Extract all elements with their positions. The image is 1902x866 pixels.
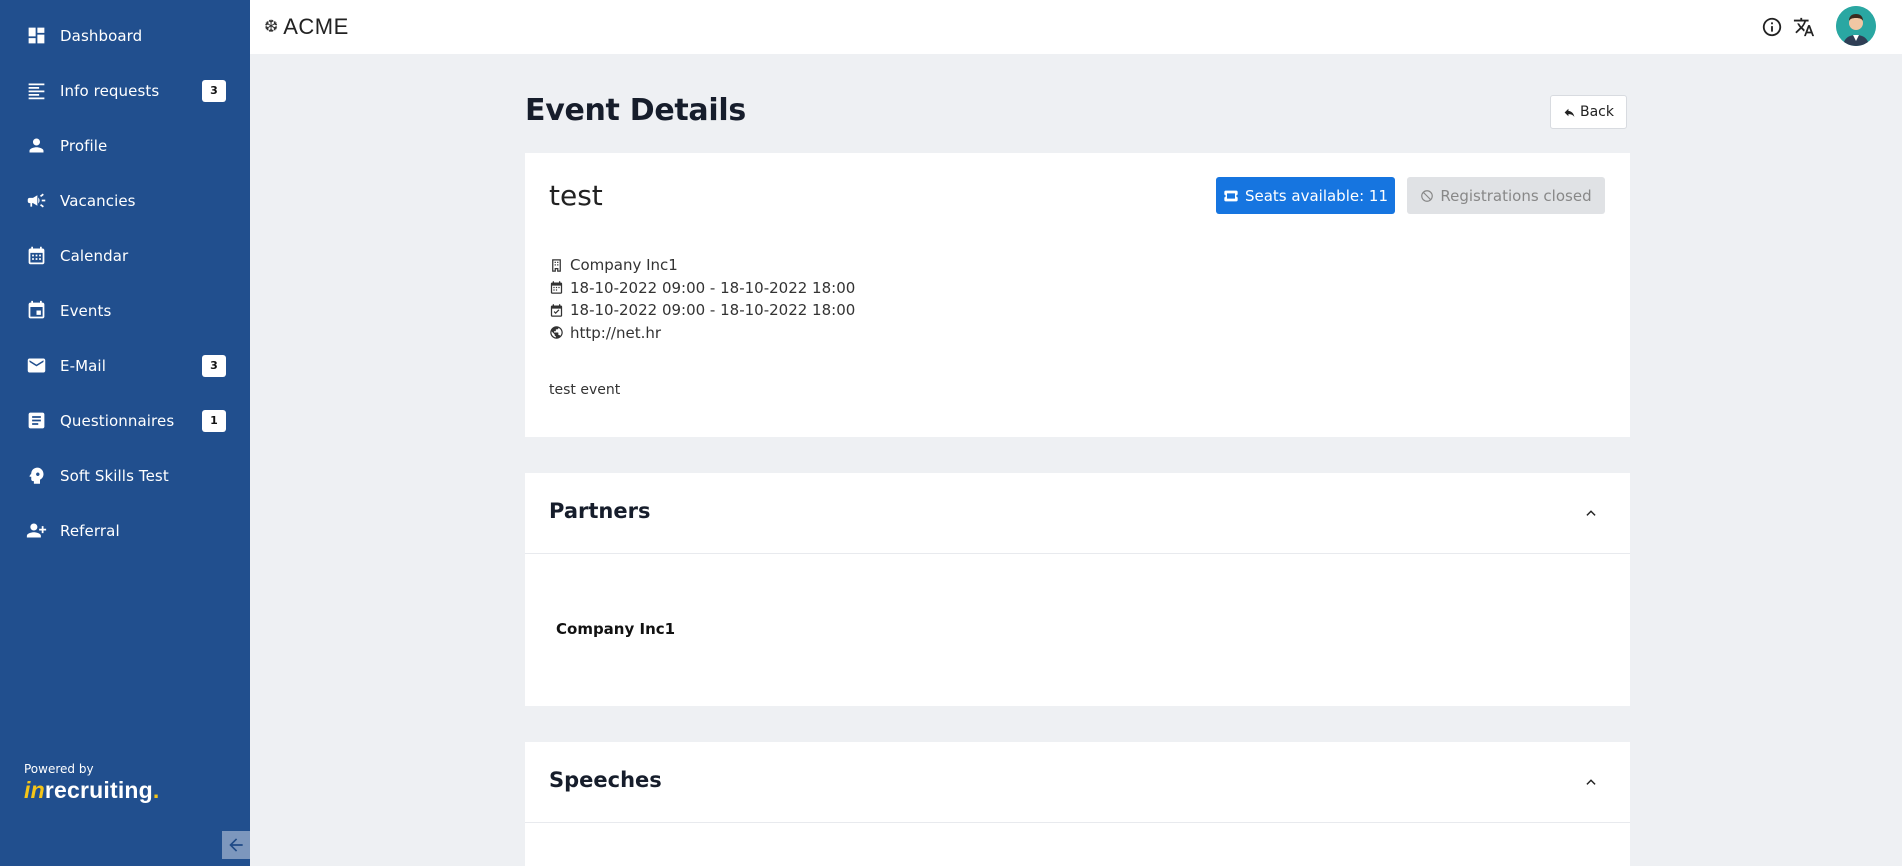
powered-by: Powered by inrecruiting. — [24, 762, 160, 804]
sidebar-item-label: Info requests — [60, 81, 160, 100]
sidebar-item-label: Dashboard — [60, 26, 143, 45]
registrations-label: Registrations closed — [1440, 186, 1592, 205]
count-badge: 1 — [202, 409, 226, 432]
document-icon — [25, 410, 47, 432]
section-title: Speeches — [549, 768, 662, 792]
seats-label: Seats available: 11 — [1244, 186, 1389, 205]
event-name: test — [549, 179, 603, 212]
reply-icon — [1564, 108, 1575, 117]
logo-text: ACME — [283, 14, 349, 39]
calendar-icon — [549, 280, 564, 295]
partners-section: Partners Company Inc1 — [525, 473, 1630, 706]
add-user-icon — [25, 520, 47, 542]
head-gear-icon — [25, 465, 47, 487]
event-time: 18-10-2022 09:00 - 18-10-2022 18:00 — [549, 277, 855, 300]
event-info-list: Company Inc1 18-10-2022 09:00 - 18-10-20… — [549, 254, 855, 344]
sidebar-item-label: E-Mail — [60, 356, 106, 375]
registrations-closed-button: Registrations closed — [1407, 177, 1605, 214]
ticket-icon — [1224, 190, 1238, 201]
back-button[interactable]: Back — [1550, 95, 1627, 129]
sidebar-item-questionnaires[interactable]: Questionnaires 1 — [0, 393, 250, 448]
sidebar-item-label: Soft Skills Test — [60, 466, 169, 485]
mail-icon — [25, 355, 47, 377]
info-icon[interactable] — [1760, 15, 1784, 39]
event-website: http://net.hr — [549, 322, 855, 345]
sidebar-item-soft-skills-test[interactable]: Soft Skills Test — [0, 448, 250, 503]
avatar[interactable] — [1836, 6, 1876, 46]
sidebar-item-info-requests[interactable]: Info requests 3 — [0, 63, 250, 118]
sidebar-item-dashboard[interactable]: Dashboard — [0, 8, 250, 63]
sidebar-item-email[interactable]: E-Mail 3 — [0, 338, 250, 393]
acme-logo[interactable]: ❆ ACME — [264, 14, 349, 40]
website-link[interactable]: http://net.hr — [570, 324, 661, 342]
count-badge: 3 — [202, 79, 226, 102]
globe-icon — [549, 325, 564, 340]
seats-available-button[interactable]: Seats available: 11 — [1216, 177, 1395, 214]
company-name: Company Inc1 — [570, 256, 678, 275]
page-title: Event Details — [525, 93, 746, 128]
registration-time: 18-10-2022 09:00 - 18-10-2022 18:00 — [549, 299, 855, 322]
sidebar-item-label: Events — [60, 301, 112, 320]
partner-item: Company Inc1 — [556, 620, 676, 638]
megaphone-icon — [25, 190, 47, 212]
calendar-grid-icon — [25, 245, 47, 267]
person-icon — [25, 135, 47, 157]
list-icon — [25, 80, 47, 102]
snowflake-icon: ❆ — [264, 17, 279, 37]
translate-icon[interactable] — [1792, 15, 1816, 39]
sidebar-item-calendar[interactable]: Calendar — [0, 228, 250, 283]
sidebar-item-label: Calendar — [60, 246, 129, 265]
sidebar-item-profile[interactable]: Profile — [0, 118, 250, 173]
chevron-up-icon[interactable] — [1581, 503, 1601, 523]
dashboard-icon — [25, 25, 47, 47]
arrow-left-icon — [229, 838, 243, 852]
event-time-value: 18-10-2022 09:00 - 18-10-2022 18:00 — [570, 278, 856, 297]
back-label: Back — [1580, 104, 1614, 120]
sidebar-item-events[interactable]: Events — [0, 283, 250, 338]
sidebar-item-referral[interactable]: Referral — [0, 503, 250, 558]
inrecruiting-logo[interactable]: inrecruiting. — [24, 777, 160, 804]
block-icon — [1421, 189, 1434, 202]
building-icon — [549, 258, 564, 273]
event-company: Company Inc1 — [549, 254, 855, 277]
event-detail-card: test Seats available: 11 Registrations c… — [525, 153, 1630, 437]
top-bar: ❆ ACME — [250, 0, 1902, 54]
registration-time-value: 18-10-2022 09:00 - 18-10-2022 18:00 — [570, 301, 856, 320]
speeches-header[interactable]: Speeches — [525, 742, 1630, 823]
event-description: test event — [549, 382, 621, 398]
calendar-check-icon — [549, 303, 564, 318]
collapse-sidebar-button[interactable] — [222, 831, 250, 859]
partners-header[interactable]: Partners — [525, 473, 1630, 554]
event-icon — [25, 300, 47, 322]
sidebar: Dashboard Info requests 3 Profile Vacanc… — [0, 0, 250, 866]
powered-by-label: Powered by — [24, 762, 94, 776]
count-badge: 3 — [202, 354, 226, 377]
sidebar-item-vacancies[interactable]: Vacancies — [0, 173, 250, 228]
sidebar-item-label: Referral — [60, 521, 120, 540]
sidebar-item-label: Profile — [60, 136, 108, 155]
sidebar-item-label: Questionnaires — [60, 411, 175, 430]
sidebar-item-label: Vacancies — [60, 191, 136, 210]
section-title: Partners — [549, 499, 651, 523]
chevron-up-icon[interactable] — [1581, 772, 1601, 792]
speeches-section: Speeches — [525, 742, 1630, 866]
sidebar-nav: Dashboard Info requests 3 Profile Vacanc… — [0, 0, 250, 558]
